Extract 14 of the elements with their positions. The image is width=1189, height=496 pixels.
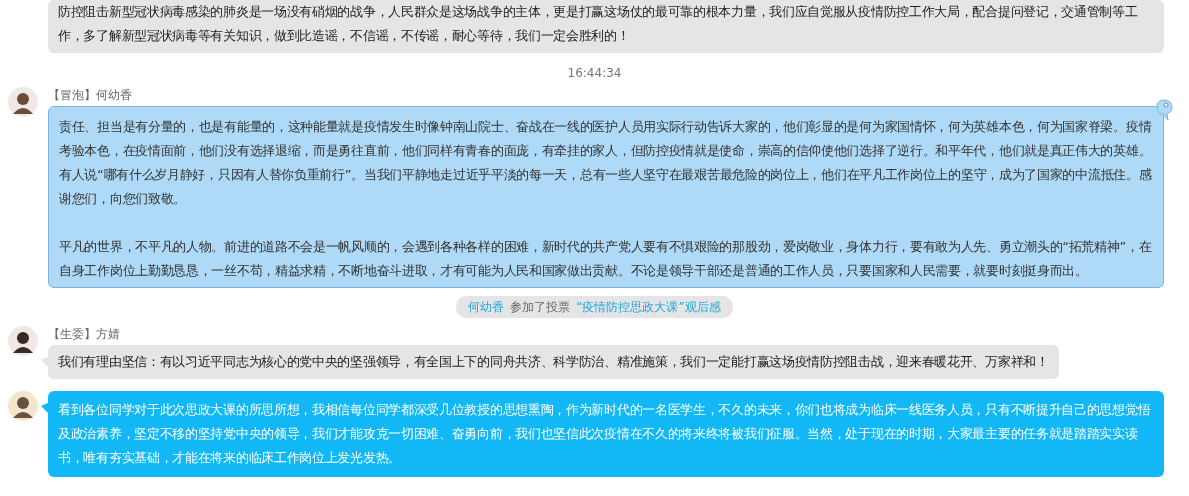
avatar-icon[interactable] [8,326,38,356]
avatar-icon[interactable] [8,87,38,117]
message-text: 我们有理由坚信：有以习近平同志为核心的党中央的坚强领导，有全国上下的同舟共济、科学防治、精准施策，我们一定能打赢这场疫情防控阻击战，迎来春暖花开、万家祥和！ [58,353,1049,371]
timestamp: 16:44:34 [567,65,622,81]
message-text: 平凡的世界，不平凡的人物。前进的道路不会是一帆风顺的，会遇到各种各样的困难，新时代的共产党人要有不惧艰险的那股劲，爱岗敬业，身体力行，要有敢为人先、勇立潮头的“拓荒精神”，在自身工作岗位上勤勤恳恳，一丝不苟，精益求精，不断地奋斗进取，才有可能为人民和国家做出贡献。不论是领导干部还是普通的工作人员，只要国家和人民需要，就要时刻挺身而出。 [59,238,1153,280]
user-link[interactable]: 何幼香 [468,298,505,316]
sender-name: 【生委】方婧 [48,326,120,342]
vote-link[interactable]: “疫情防控思政大课”观后感 [576,298,721,316]
message-text: 防控阻击新型冠状病毒感染的肺炎是一场没有硝烟的战争，人民群众是这场战争的主体，更是打赢这场仗的最可靠的根本力量，我们应自觉服从疫情防控工作大局，配合提问登记，交通管制等工作，多了解新型冠状病毒等有关知识，做到比造谣，不信谣，不传谣，耐心等待，我们一定会胜利的！ [58,3,1139,45]
message-text: 责任、担当是有分量的，也是有能量的，这种能量就是疫情发生时像钟南山院士、奋战在一线的医护人员用实际行动告诉大家的，他们彰显的是何为家国情怀，何为英雄本色，何为国家脊梁。疫情考验本色，在疫情面前，他们没有选择退缩，而是勇往直前，他们同样有青春的面庞，有牵挂的家人，但防控疫情就是使命，崇高的信仰使他们选择了逆行。和平年代，他们就是真正伟大的英雄。有人说“哪有什么岁月静好，只因有人替你负重前行”。当我们平静地走过近乎平淡的每一天，总有一些人坚守在最艰苦最危险的岗位上，他们在平凡工作岗位上的坚守，成为了国家的中流抵住。感谢您们，向您们致敬。 [59,118,1153,208]
notice-text: 参加了投票 [510,299,571,316]
message-text: 看到各位同学对于此次思政大课的所思所想，我相信每位同学都深受几位教授的思想熏陶，作为新时代的一名医学生，不久的未来，你们也将成为临床一线医务人员，只有不断提升自己的思想觉悟及政治素养，坚定不移的坚持党中央的领导，我们才能攻克一切困难、奋勇向前，我们也坚信此次疫情在不久的将来终将被我们征服。当然，处于现在的时期，大家最主要的任务就是踏踏实实读书，唯有夯实基础，才能在将来的临床工作岗位上发光发热。 [58,401,1152,467]
avatar-icon[interactable] [8,391,38,421]
sender-name: 【冒泡】何幼香 [48,87,132,103]
